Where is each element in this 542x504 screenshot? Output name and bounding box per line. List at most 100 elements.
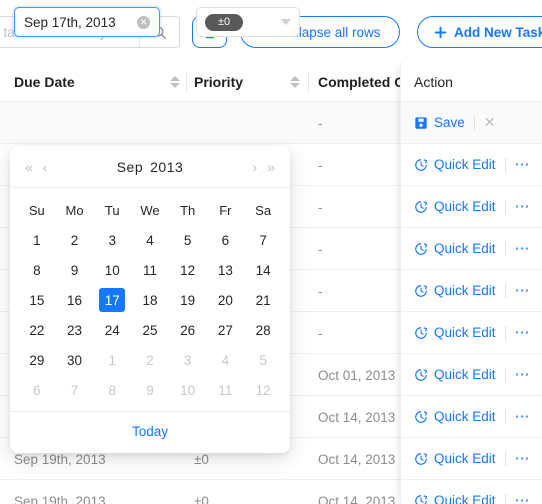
action-divider [504, 283, 506, 298]
calendar-day[interactable]: 15 [18, 285, 56, 315]
calendar-day[interactable]: 6 [18, 375, 56, 405]
calendar-day[interactable]: 4 [207, 345, 245, 375]
priority-select[interactable]: ±0 [196, 7, 300, 37]
quick-edit-label: Quick Edit [434, 451, 496, 466]
calendar-day[interactable]: 12 [244, 375, 282, 405]
calendar-day[interactable]: 28 [244, 315, 282, 345]
chevron-left-icon[interactable]: ‹ [38, 159, 53, 175]
double-chevron-left-icon[interactable]: « [20, 159, 38, 175]
caret-down-icon [170, 83, 180, 88]
calendar-week: 22 23 24 25 26 27 28 [18, 315, 282, 345]
calendar-day[interactable]: 9 [131, 375, 169, 405]
ellipsis-icon[interactable]: ⋯ [515, 409, 532, 424]
calendar-day[interactable]: 11 [207, 375, 245, 405]
cell-completed-on: - [318, 115, 323, 131]
calendar-day[interactable]: 21 [244, 285, 282, 315]
calendar-day[interactable]: 5 [169, 225, 207, 255]
add-new-task-label: Add New Task [454, 24, 542, 40]
calendar-day[interactable]: 2 [131, 345, 169, 375]
save-button[interactable]: Save [414, 115, 465, 130]
today-button[interactable]: Today [132, 424, 168, 439]
add-new-task-button[interactable]: Add New Task [417, 16, 542, 48]
clock-history-icon [414, 494, 428, 504]
ellipsis-icon[interactable]: ⋯ [515, 367, 532, 382]
ellipsis-icon[interactable]: ⋯ [515, 157, 532, 172]
calendar-day[interactable]: 7 [56, 375, 94, 405]
calendar-day[interactable]: 11 [131, 255, 169, 285]
cell-priority: ±0 [194, 493, 209, 504]
calendar-day[interactable]: 1 [18, 225, 56, 255]
due-date-input[interactable]: Sep 17th, 2013 ✕ [14, 7, 160, 37]
action-cell: Quick Edit ⋯ [401, 228, 542, 270]
calendar-day[interactable]: 7 [244, 225, 282, 255]
calendar-day[interactable]: 10 [169, 375, 207, 405]
sort-priority[interactable] [290, 62, 300, 102]
calendar-day[interactable]: 14 [244, 255, 282, 285]
quick-edit-button[interactable]: Quick Edit [414, 493, 496, 504]
double-chevron-right-icon[interactable]: » [262, 159, 280, 175]
quick-edit-button[interactable]: Quick Edit [414, 157, 496, 172]
calendar-day[interactable]: 9 [56, 255, 94, 285]
quick-edit-button[interactable]: Quick Edit [414, 409, 496, 424]
cell-due-date: Sep 19th, 2013 [14, 493, 106, 504]
calendar-day[interactable]: 3 [169, 345, 207, 375]
ellipsis-icon[interactable]: ⋯ [515, 241, 532, 256]
ellipsis-icon[interactable]: ⋯ [515, 199, 532, 214]
calendar-weekday: Su [28, 202, 45, 218]
clock-history-icon [414, 368, 428, 382]
ellipsis-icon[interactable]: ⋯ [515, 451, 532, 466]
calendar-day-selected[interactable]: 17 [93, 285, 131, 315]
quick-edit-button[interactable]: Quick Edit [414, 451, 496, 466]
calendar-day[interactable]: 5 [244, 345, 282, 375]
action-cell: Quick Edit ⋯ [401, 270, 542, 312]
calendar-day[interactable]: 20 [207, 285, 245, 315]
close-x-icon[interactable]: ✕ [484, 114, 496, 131]
chevron-right-icon[interactable]: › [248, 159, 263, 175]
column-header-due-date[interactable]: Due Date [14, 62, 75, 102]
clear-circle-icon[interactable]: ✕ [137, 15, 150, 29]
calendar-day[interactable]: 12 [169, 255, 207, 285]
action-cell: Quick Edit ⋯ [401, 354, 542, 396]
ellipsis-icon[interactable]: ⋯ [515, 283, 532, 298]
calendar-day[interactable]: 4 [131, 225, 169, 255]
calendar-day[interactable]: 3 [93, 225, 131, 255]
action-cell: Quick Edit ⋯ [401, 480, 542, 504]
caret-down-icon [290, 83, 300, 88]
calendar-day[interactable]: 2 [56, 225, 94, 255]
sort-due-date[interactable] [170, 62, 180, 102]
clock-history-icon [414, 410, 428, 424]
ellipsis-icon[interactable]: ⋯ [515, 325, 532, 340]
calendar-year[interactable]: 2013 [150, 159, 183, 175]
calendar-day[interactable]: 10 [93, 255, 131, 285]
calendar-day[interactable]: 24 [93, 315, 131, 345]
quick-edit-label: Quick Edit [434, 367, 496, 382]
quick-edit-button[interactable]: Quick Edit [414, 367, 496, 382]
calendar-day[interactable]: 16 [56, 285, 94, 315]
calendar-day[interactable]: 25 [131, 315, 169, 345]
cell-completed-on: Oct 01, 2013 [318, 367, 396, 383]
calendar-day[interactable]: 19 [169, 285, 207, 315]
clock-history-icon [414, 200, 428, 214]
clock-history-icon [414, 284, 428, 298]
ellipsis-icon[interactable]: ⋯ [515, 493, 532, 504]
calendar-day[interactable]: 8 [18, 255, 56, 285]
calendar-day[interactable]: 27 [207, 315, 245, 345]
quick-edit-button[interactable]: Quick Edit [414, 199, 496, 214]
calendar-day[interactable]: 26 [169, 315, 207, 345]
quick-edit-button[interactable]: Quick Edit [414, 283, 496, 298]
calendar-day[interactable]: 6 [207, 225, 245, 255]
calendar-month[interactable]: Sep [117, 159, 143, 175]
calendar-day[interactable]: 22 [18, 315, 56, 345]
calendar-day[interactable]: 18 [131, 285, 169, 315]
calendar-day[interactable]: 13 [207, 255, 245, 285]
calendar-day[interactable]: 8 [93, 375, 131, 405]
calendar-day[interactable]: 1 [93, 345, 131, 375]
quick-edit-label: Quick Edit [434, 199, 496, 214]
column-header-priority[interactable]: Priority [194, 62, 243, 102]
calendar-day[interactable]: 29 [18, 345, 56, 375]
calendar-week: 6 7 8 9 10 11 12 [18, 375, 282, 405]
calendar-day[interactable]: 23 [56, 315, 94, 345]
quick-edit-button[interactable]: Quick Edit [414, 325, 496, 340]
calendar-day[interactable]: 30 [56, 345, 94, 375]
quick-edit-button[interactable]: Quick Edit [414, 241, 496, 256]
